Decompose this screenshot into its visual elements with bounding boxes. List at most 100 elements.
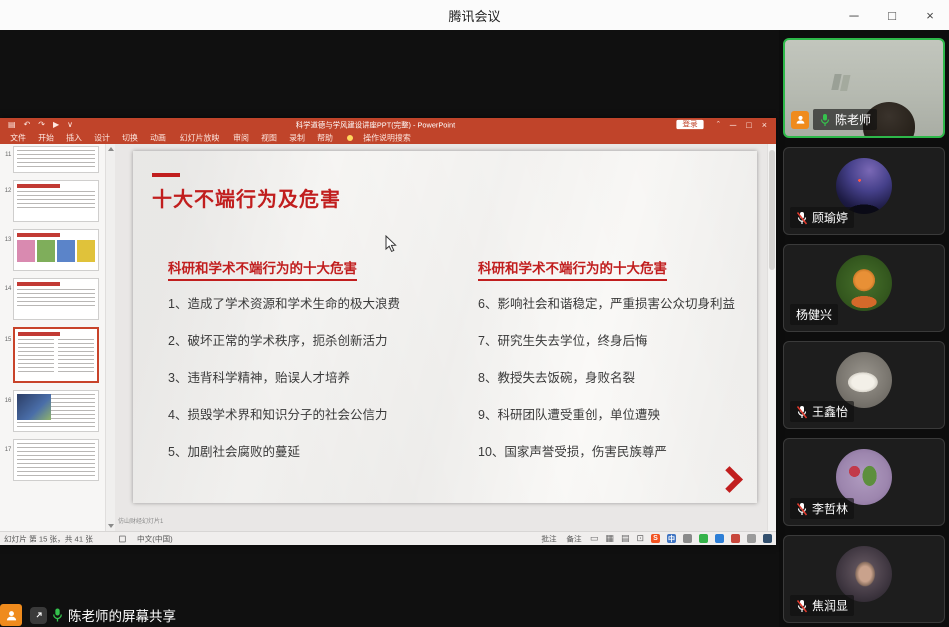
- view-normal-icon[interactable]: ▭: [590, 533, 599, 544]
- screen-share-icon: [30, 606, 47, 624]
- mic-muted-icon: [796, 599, 808, 612]
- tray-icon[interactable]: [731, 534, 740, 543]
- slide-thumbnail[interactable]: 17: [0, 439, 105, 481]
- app-titlebar: 腾讯会议 ─ □ ×: [0, 0, 949, 30]
- slide-edit-area: 十大不端行为及危害 科研和学术不端行为的十大危害 1、造成了学术资源和学术生命的…: [115, 144, 776, 531]
- thumbnail-scrollbar[interactable]: [105, 144, 115, 531]
- participant-tile-speaking[interactable]: 陈老师: [783, 38, 945, 138]
- accessibility-icon[interactable]: [118, 535, 126, 542]
- left-column-heading: 科研和学术不端行为的十大危害: [168, 257, 357, 281]
- tab-insert[interactable]: 插入: [62, 132, 87, 143]
- participant-tile[interactable]: 焦润显: [783, 535, 945, 623]
- mic-muted-icon: [796, 211, 808, 224]
- slide-scrollbar[interactable]: [767, 144, 776, 531]
- close-button[interactable]: ×: [911, 0, 949, 30]
- ime-language-icon[interactable]: 中: [667, 534, 676, 543]
- mic-muted-icon: [796, 405, 808, 418]
- ppt-body: 11 12 13 14 15 16 17 十大不端行为及危害 科研和学术不端行为…: [0, 144, 776, 531]
- ppt-minimize-button[interactable]: ─: [730, 120, 736, 130]
- tab-view[interactable]: 视图: [257, 132, 282, 143]
- avatar: [836, 449, 892, 505]
- slide-thumbnail[interactable]: 13: [0, 229, 105, 271]
- tray-icon[interactable]: [763, 534, 772, 543]
- tab-home[interactable]: 开始: [34, 132, 59, 143]
- slide-counter: 幻灯片 第 15 张，共 41 张: [4, 534, 93, 544]
- participants-sidebar: 陈老师 顾瑜婷 杨健兴 王鑫怡 李哲林 焦润显: [779, 30, 949, 627]
- tray-icon[interactable]: [699, 534, 708, 543]
- notes-button[interactable]: 备注: [566, 533, 581, 544]
- avatar: [836, 546, 892, 602]
- host-badge-icon: [791, 110, 809, 129]
- quick-access-more-icon[interactable]: ∨: [67, 118, 73, 131]
- maximize-button[interactable]: □: [873, 0, 911, 30]
- right-column-heading: 科研和学术不端行为的十大危害: [478, 257, 667, 281]
- ribbon-options-icon[interactable]: ˆ: [717, 120, 720, 130]
- participant-tile[interactable]: 顾瑜婷: [783, 147, 945, 235]
- participant-tile[interactable]: 杨健兴: [783, 244, 945, 332]
- tab-file[interactable]: 文件: [6, 132, 31, 143]
- slide-thumbnail[interactable]: 12: [0, 180, 105, 222]
- mic-on-icon: [53, 608, 62, 622]
- participant-name: 王鑫怡: [812, 405, 849, 419]
- participant-name: 焦润显: [812, 599, 849, 613]
- avatar: [836, 352, 892, 408]
- slide-bullet: 3、违背科学精神，贻误人才培养: [168, 371, 350, 385]
- current-slide[interactable]: 十大不端行为及危害 科研和学术不端行为的十大危害 1、造成了学术资源和学术生命的…: [133, 151, 757, 503]
- comments-button[interactable]: 批注: [541, 533, 556, 544]
- slide-bullet: 6、影响社会和谐稳定，严重损害公众切身利益: [478, 297, 735, 311]
- slide-left-column: 科研和学术不端行为的十大危害 1、造成了学术资源和学术生命的极大浪费 2、破坏正…: [168, 257, 468, 482]
- tab-help[interactable]: 帮助: [313, 132, 338, 143]
- slide-bullet: 7、研究生失去学位，终身后悔: [478, 334, 648, 348]
- tab-transitions[interactable]: 切换: [118, 132, 143, 143]
- share-banner-text: 陈老师的屏幕共享: [68, 609, 176, 624]
- screen-share-stage: ▤ ↶ ↷ ▶ ∨ 科学道德与学风建设讲座PPT(完整) - PowerPoin…: [0, 30, 779, 627]
- app-title: 腾讯会议: [448, 8, 501, 24]
- sogou-ime-icon[interactable]: S: [651, 534, 660, 543]
- login-button[interactable]: 登录: [676, 119, 704, 130]
- ppt-status-bar: 幻灯片 第 15 张，共 41 张 中文(中国) 批注 备注 ▭ ▦ ▤ ⊡ S…: [0, 531, 776, 545]
- search-lightbulb-icon: [347, 134, 354, 141]
- slide-bullet: 8、教授失去饭碗，身败名裂: [478, 371, 635, 385]
- tab-record[interactable]: 录制: [285, 132, 310, 143]
- mic-muted-icon: [796, 502, 808, 515]
- tray-icon[interactable]: [747, 534, 756, 543]
- language-indicator[interactable]: 中文(中国): [137, 533, 173, 544]
- slide-thumbnail-selected[interactable]: 15: [0, 327, 105, 383]
- slideshow-icon[interactable]: ▶: [53, 118, 59, 131]
- participant-tile[interactable]: 李哲林: [783, 438, 945, 526]
- tab-review[interactable]: 审阅: [229, 132, 254, 143]
- tray-icon[interactable]: [715, 534, 724, 543]
- slide-thumbnail[interactable]: 16: [0, 390, 105, 432]
- view-sorter-icon[interactable]: ▦: [605, 533, 614, 544]
- slide-bullet: 1、造成了学术资源和学术生命的极大浪费: [168, 297, 400, 311]
- tencent-meeting-window: 腾讯会议 ─ □ × ▤ ↶ ↷ ▶ ∨ 科学道德与学风建设讲座PPT(完整) …: [0, 0, 949, 627]
- save-icon[interactable]: ▤: [8, 118, 16, 131]
- window-controls: ─ □ ×: [835, 0, 949, 30]
- slide-bullet: 5、加剧社会腐败的蔓延: [168, 445, 300, 459]
- view-reading-icon[interactable]: ▤: [621, 533, 630, 544]
- ppt-maximize-button[interactable]: □: [746, 120, 751, 130]
- ppt-close-button[interactable]: ×: [762, 120, 767, 130]
- mouse-cursor-icon: [385, 235, 397, 253]
- video-background-detail: [831, 74, 842, 90]
- tray-icon[interactable]: [683, 534, 692, 543]
- slide-thumbnail[interactable]: 14: [0, 278, 105, 320]
- participant-tile[interactable]: 王鑫怡: [783, 341, 945, 429]
- slide-bullet: 2、破坏正常的学术秩序，扼杀创新活力: [168, 334, 388, 348]
- tell-me-search[interactable]: 操作说明搜索: [359, 132, 415, 143]
- tab-animations[interactable]: 动画: [146, 132, 171, 143]
- slide-scrollbar-thumb[interactable]: [769, 150, 775, 270]
- slide-title: 十大不端行为及危害: [152, 189, 341, 211]
- minimize-button[interactable]: ─: [835, 0, 873, 30]
- avatar: [836, 255, 892, 311]
- undo-icon[interactable]: ↶: [24, 118, 31, 131]
- ppt-ribbon-tabs: 文件 开始 插入 设计 切换 动画 幻灯片放映 审阅 视图 录制 帮助 操作说明…: [0, 131, 776, 144]
- view-slideshow-icon[interactable]: ⊡: [636, 533, 644, 544]
- slide-thumbnail[interactable]: 11: [0, 146, 105, 173]
- slide-bullet: 4、损毁学术界和知识分子的社会公信力: [168, 408, 388, 422]
- participant-name: 杨健兴: [796, 308, 833, 322]
- redo-icon[interactable]: ↷: [38, 118, 45, 131]
- tab-design[interactable]: 设计: [90, 132, 115, 143]
- slide-right-column: 科研和学术不端行为的十大危害 6、影响社会和谐稳定，严重损害公众切身利益 7、研…: [478, 257, 753, 482]
- tab-slideshow[interactable]: 幻灯片放映: [175, 132, 223, 143]
